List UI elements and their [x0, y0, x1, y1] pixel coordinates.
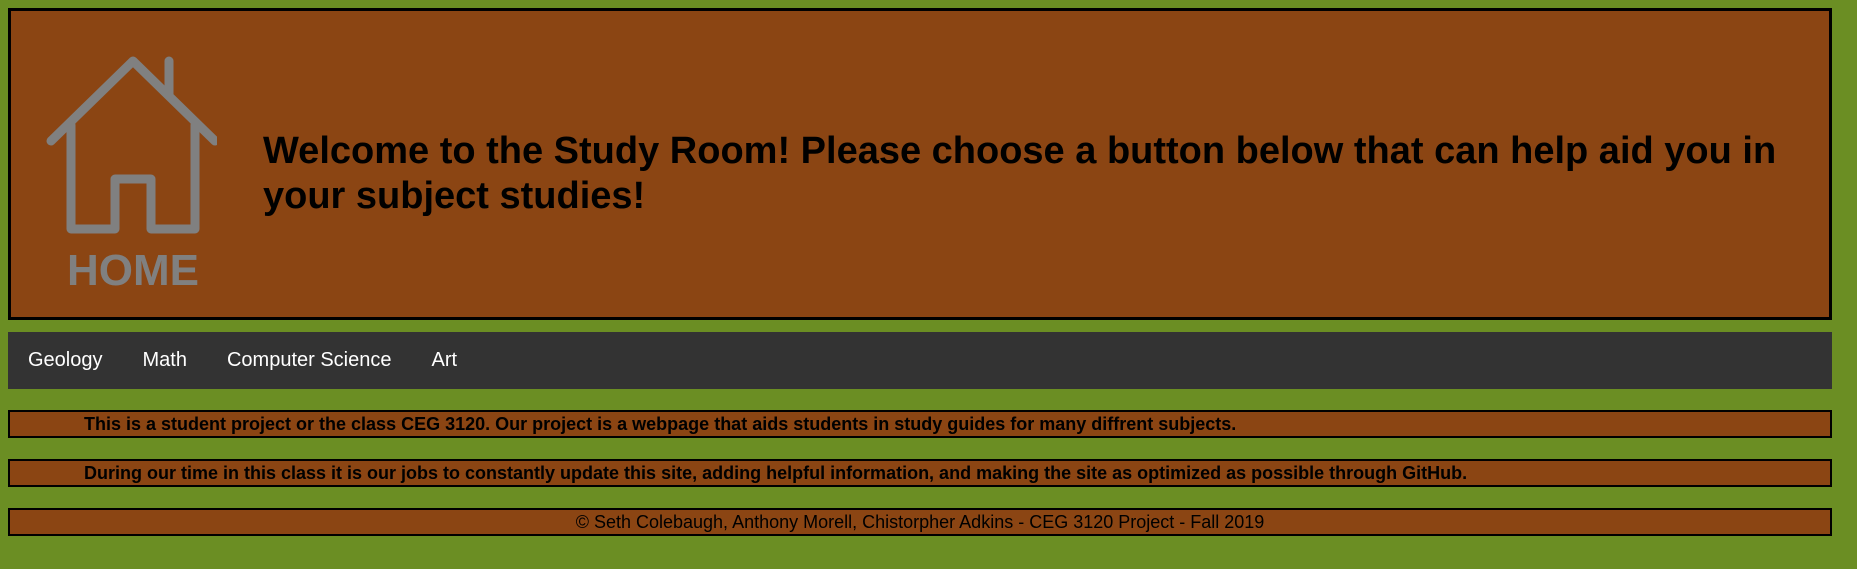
home-icon: HOME: [46, 56, 217, 295]
page-title: Welcome to the Study Room! Please choose…: [263, 130, 1777, 217]
nav-item-geology[interactable]: Geology: [8, 332, 123, 389]
header-banner: HOME Welcome to the Study Room! Please c…: [8, 8, 1832, 320]
footer-copyright: © Seth Colebaugh, Anthony Morell, Chisto…: [575, 511, 1265, 532]
footer: © Seth Colebaugh, Anthony Morell, Chisto…: [8, 508, 1832, 536]
nav-item-math[interactable]: Math: [123, 332, 207, 389]
subject-navbar: Geology Math Computer Science Art: [8, 332, 1832, 389]
nav-item-computer-science[interactable]: Computer Science: [207, 332, 412, 389]
info-box-class-time: During our time in this class it is our …: [8, 459, 1832, 487]
home-logo-link[interactable]: HOME: [37, 47, 217, 297]
info-text-class-time: During our time in this class it is our …: [84, 462, 1468, 483]
info-text-project: This is a student project or the class C…: [84, 413, 1237, 434]
nav-item-art[interactable]: Art: [412, 332, 478, 389]
home-logo-text: HOME: [67, 246, 199, 295]
info-box-project: This is a student project or the class C…: [8, 410, 1832, 438]
